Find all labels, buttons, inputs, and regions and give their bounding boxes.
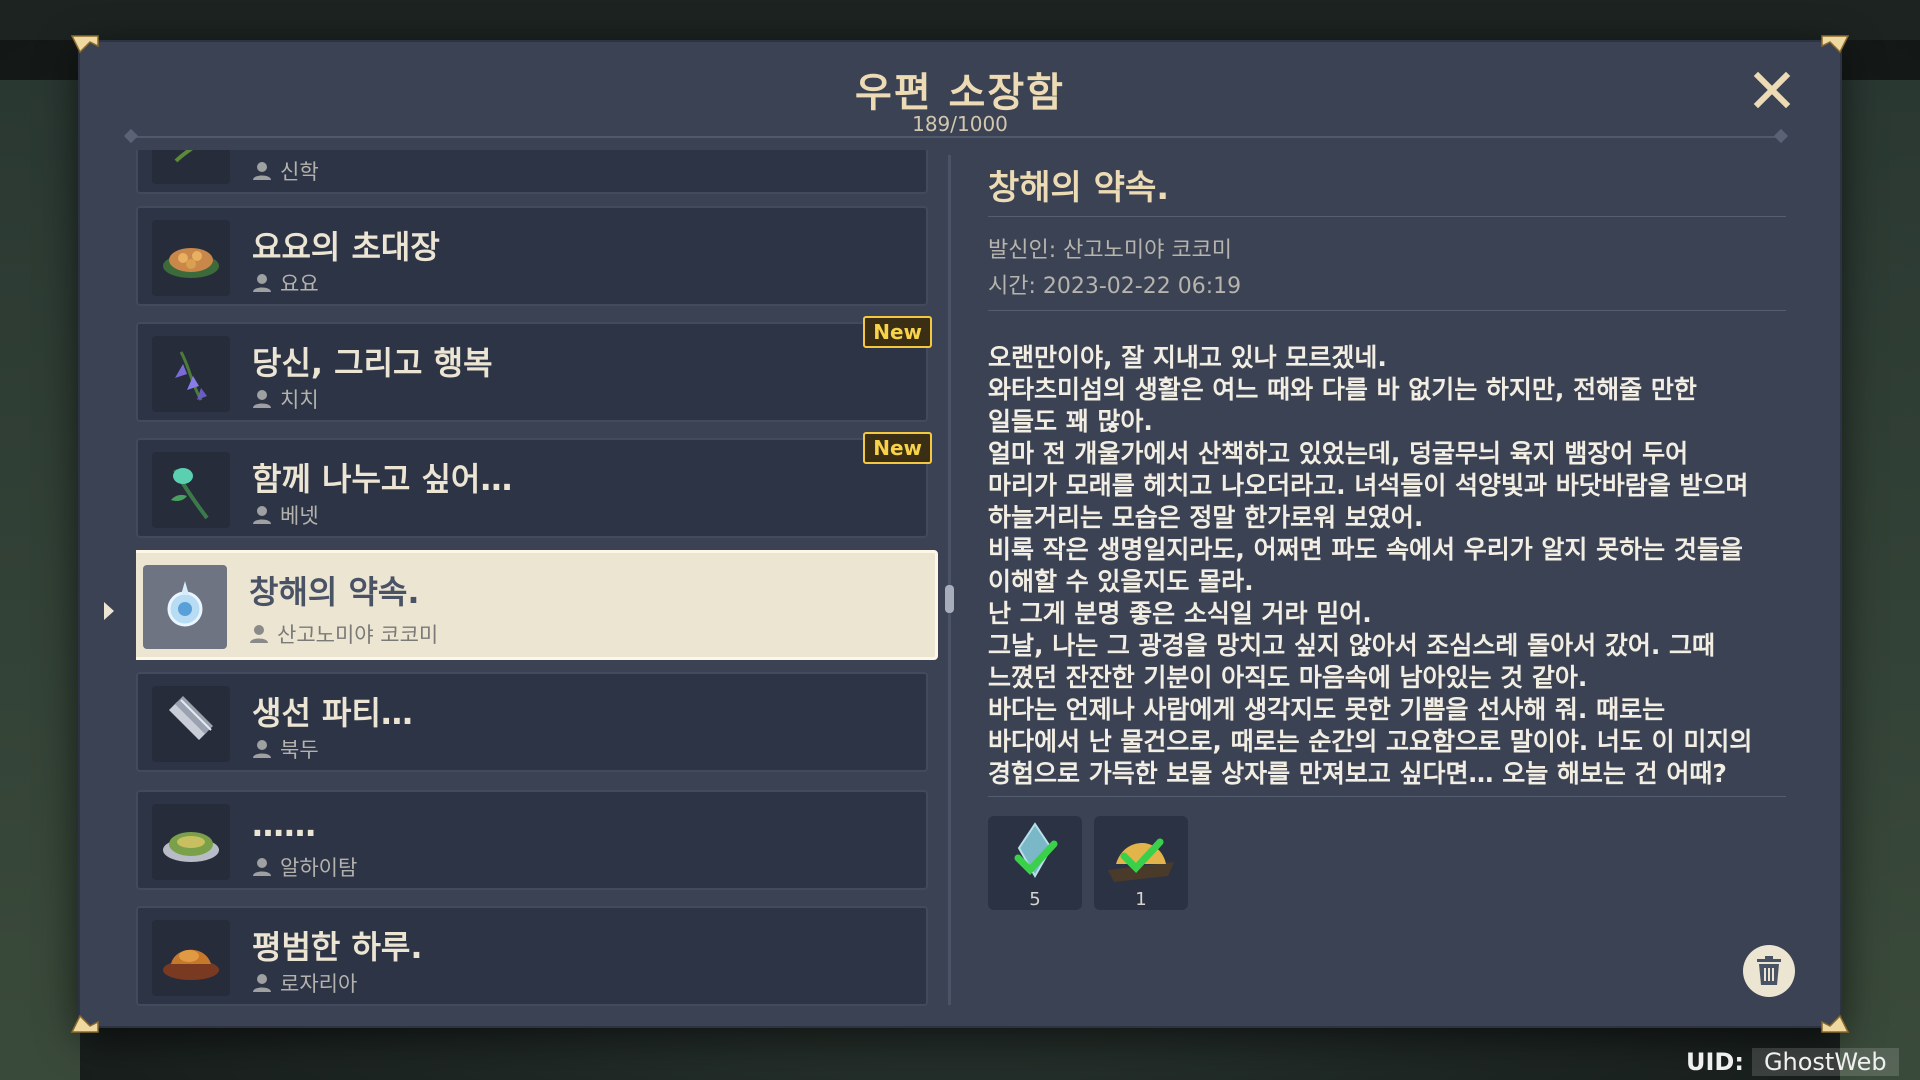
mail-sender: 요요 [252,268,319,298]
mail-sender: 알하이탐 [252,852,357,882]
mail-count: 189/1000 [912,112,1008,136]
mail-title: 당신, 그리고 행복 [252,344,493,382]
corner-ornament-icon [70,1004,100,1034]
mail-item[interactable]: 함께 나누고 싶어… 베넷 New [136,432,932,538]
flower-icon [152,336,230,412]
orb-icon [143,565,227,649]
close-icon [1753,71,1791,109]
detail-divider [988,310,1786,311]
detail-divider [988,216,1786,217]
mail-title: 함께 나누고 싶어… [252,460,513,498]
uid-label: UID: GhostWeb [1686,1048,1899,1076]
trash-icon [1757,956,1781,985]
person-icon [253,740,271,758]
mail-item[interactable]: 당신, 그리고 행복 치치 New [136,316,932,422]
mail-sender: 치치 [252,384,319,414]
dish-icon [152,804,230,880]
header-divider [126,136,1786,138]
roast-icon [152,920,230,996]
mail-item[interactable]: 요요의 초대장 요요 [136,206,928,306]
attachment-quantity: 5 [1029,889,1041,910]
person-icon [253,390,271,408]
attachment-item[interactable]: 5 [988,816,1082,910]
mail-list: 신학 요요의 초대장 요요 당신, 그리고 행복 치치 New 함께 나누고 싶… [136,150,956,1010]
detail-divider [988,796,1786,797]
mail-item-selected[interactable]: 창해의 약속. 산고노미야 코코미 [136,550,938,660]
mail-sender: 신학 [252,156,319,186]
person-icon [253,506,271,524]
mail-collection-window: 우편 소장함 189/1000 신학 요요의 초대장 요요 당신, 그리고 행복… [70,35,1850,1033]
crystal-icon [1014,822,1058,879]
detail-sender: 발신인: 산고노미야 코코미 [988,238,1233,263]
attachment-item[interactable]: 1 [1094,816,1188,910]
new-badge: New [863,432,932,464]
mail-sender: 로자리아 [252,968,357,998]
food-icon [1108,838,1174,882]
close-button[interactable] [1750,68,1794,112]
detail-body: 오랜만이야, 잘 지내고 있나 모르겠네. 와타츠미섬의 생활은 여느 때와 다… [988,343,1753,788]
mail-detail: 창해의 약속. 발신인: 산고노미야 코코미 시간: 2023-02-22 06… [988,150,1788,1010]
mail-sender: 베넷 [252,500,319,530]
background-right [1840,80,1920,1080]
detail-title: 창해의 약속. [988,168,1170,208]
person-icon [253,974,271,992]
herb-icon [152,150,230,184]
mail-sender: 북두 [252,734,319,764]
background-top [0,0,1920,40]
person-icon [253,274,271,292]
dish-icon [152,220,230,296]
fish-icon [152,686,230,762]
mail-item[interactable]: 평범한 하루. 로자리아 [136,906,928,1006]
mail-title: 생선 파티… [252,694,413,732]
page-title: 우편 소장함 [855,70,1065,116]
mail-title: 요요의 초대장 [252,228,440,266]
mail-title: …… [252,806,316,844]
new-badge: New [863,316,932,348]
mail-sender: 산고노미야 코코미 [249,619,438,649]
delete-button[interactable] [1743,945,1795,997]
list-scrollbar[interactable] [948,155,951,1005]
mail-item[interactable]: …… 알하이탐 [136,790,928,890]
person-icon [250,625,268,643]
mail-title: 평범한 하루. [252,928,423,966]
list-scrollbar-thumb[interactable] [945,585,954,613]
person-icon [253,162,271,180]
attachment-quantity: 1 [1135,889,1147,910]
mail-item[interactable]: 생선 파티… 북두 [136,672,928,772]
plant-icon [152,452,230,528]
mail-item[interactable]: 신학 [136,150,928,194]
mail-title: 창해의 약속. [249,573,420,611]
detail-time: 시간: 2023-02-22 06:19 [988,274,1242,299]
background-left [0,80,80,1080]
person-icon [253,858,271,876]
selected-arrow-icon [104,602,114,620]
corner-ornament-icon [1820,1004,1850,1034]
